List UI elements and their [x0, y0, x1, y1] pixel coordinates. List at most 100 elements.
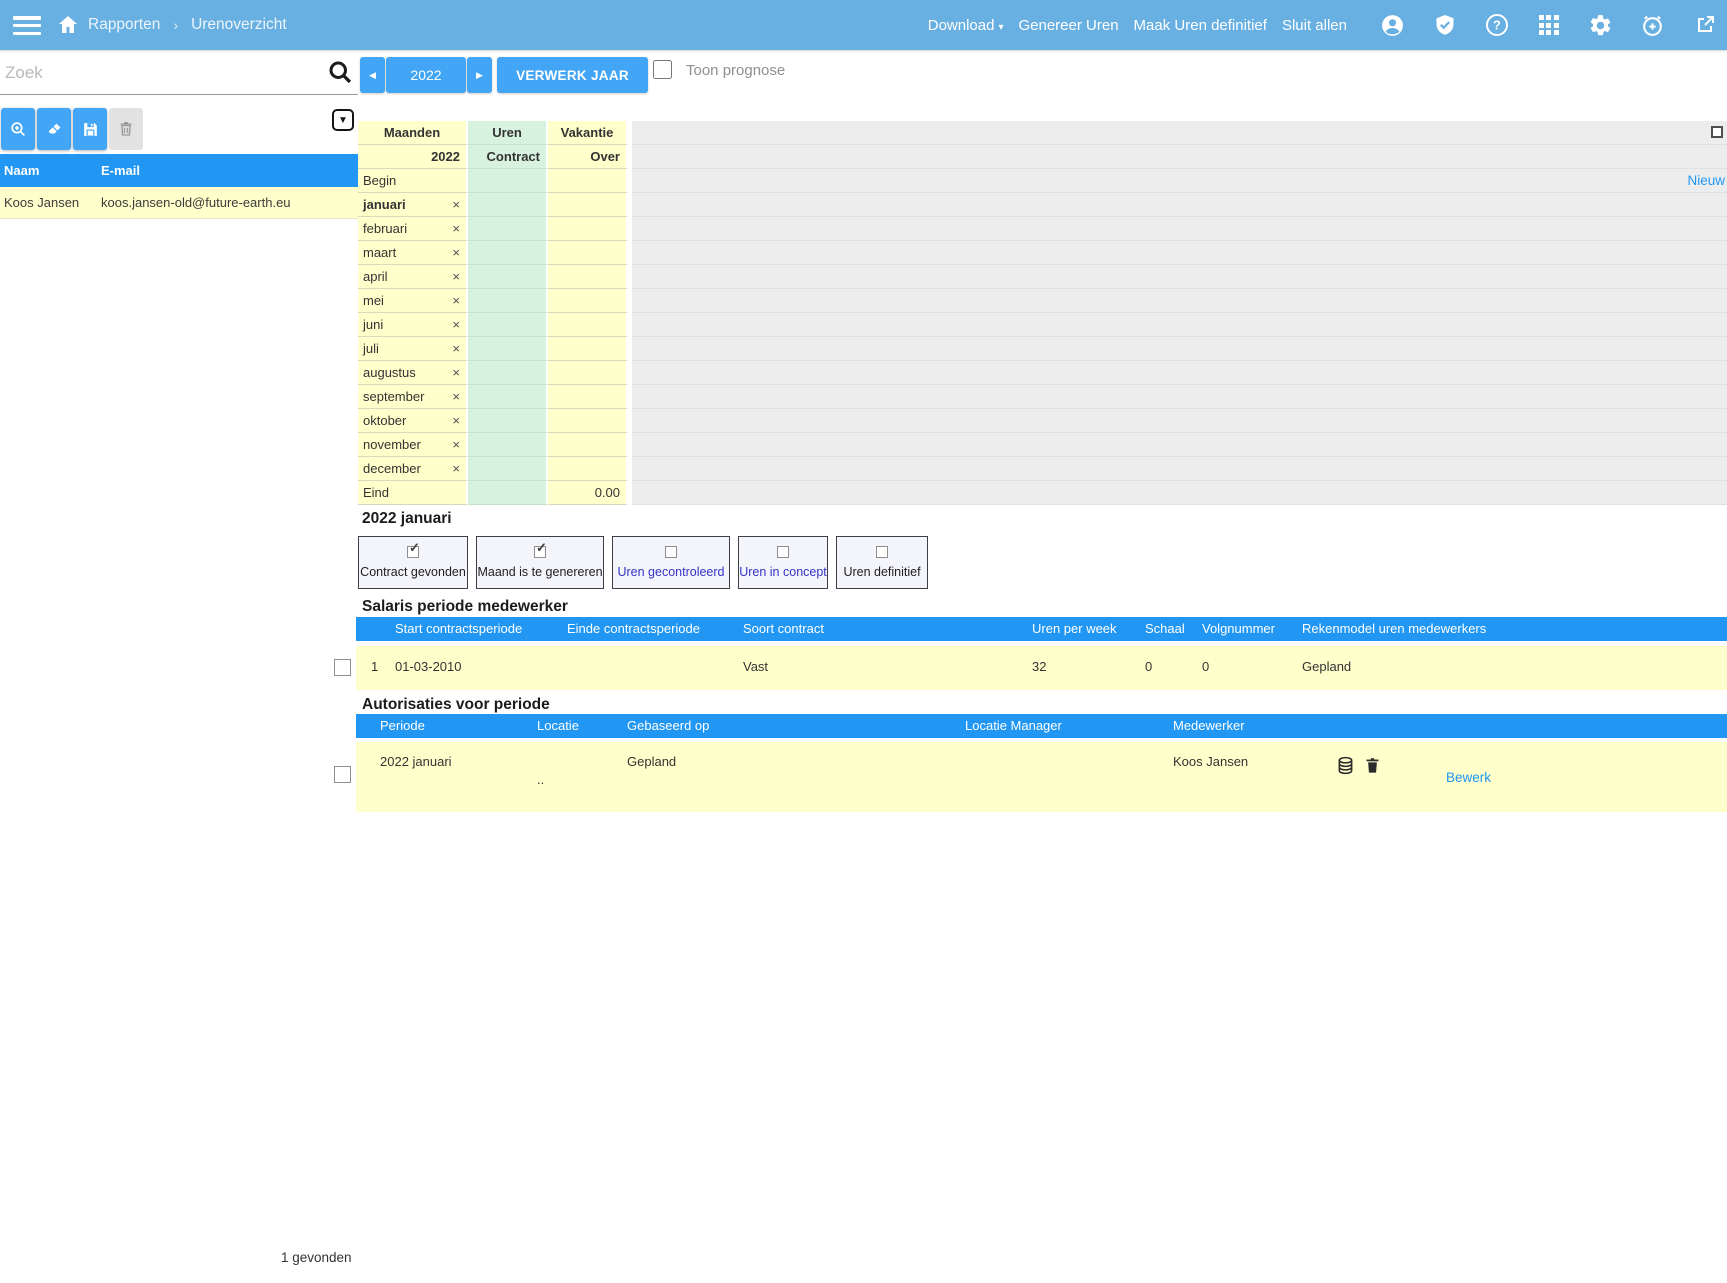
- next-year-button[interactable]: ▶: [467, 57, 492, 93]
- month-uren-cell[interactable]: [468, 361, 548, 385]
- remove-month-icon[interactable]: ×: [452, 413, 466, 428]
- remove-month-icon[interactable]: ×: [452, 293, 466, 308]
- month-vakantie-cell[interactable]: [548, 289, 628, 313]
- month-row[interactable]: februari×: [358, 217, 1727, 241]
- employee-name: Koos Jansen: [4, 187, 79, 219]
- month-uren-cell[interactable]: [468, 265, 548, 289]
- year-navigation: ◀ 2022 ▶: [360, 57, 492, 93]
- year-display[interactable]: 2022: [386, 57, 466, 93]
- remove-month-icon[interactable]: ×: [452, 221, 466, 236]
- status-card: Contract gevonden: [358, 536, 468, 589]
- salaris-row[interactable]: 1 01-03-2010 Vast 32 0 0 Gepland: [356, 646, 1727, 690]
- status-card-label[interactable]: Uren gecontroleerd: [617, 565, 724, 579]
- month-vakantie-cell[interactable]: [548, 361, 628, 385]
- delete-icon[interactable]: [1363, 754, 1385, 778]
- month-row[interactable]: oktober×: [358, 409, 1727, 433]
- month-row[interactable]: mei×: [358, 289, 1727, 313]
- autorisatie-row[interactable]: 2022 januari .. Gepland Koos Jansen Bewe…: [356, 742, 1727, 812]
- delete-icon[interactable]: [109, 108, 143, 150]
- autorisatie-row-checkbox[interactable]: [334, 766, 351, 783]
- search-icon[interactable]: [326, 58, 354, 86]
- employee-row[interactable]: Koos Jansen koos.jansen-old@future-earth…: [0, 187, 358, 219]
- month-vakantie-cell[interactable]: [548, 217, 628, 241]
- month-vakantie-cell[interactable]: [548, 241, 628, 265]
- salaris-row-checkbox[interactable]: [334, 659, 351, 676]
- search-input[interactable]: [0, 52, 358, 95]
- month-uren-cell[interactable]: [468, 337, 548, 361]
- remove-month-icon[interactable]: ×: [452, 197, 466, 212]
- month-row[interactable]: april×: [358, 265, 1727, 289]
- select-all-checkbox[interactable]: [1711, 126, 1723, 138]
- previous-year-button[interactable]: ◀: [360, 57, 385, 93]
- open-in-new-icon[interactable]: [1692, 13, 1717, 38]
- list-options-dropdown[interactable]: ▼: [332, 109, 354, 131]
- month-row[interactable]: juli×: [358, 337, 1727, 361]
- month-row[interactable]: december×: [358, 457, 1727, 481]
- remove-month-icon[interactable]: ×: [452, 389, 466, 404]
- month-vakantie-cell[interactable]: [548, 385, 628, 409]
- remove-month-icon[interactable]: ×: [452, 269, 466, 284]
- help-icon[interactable]: ?: [1484, 13, 1509, 38]
- database-icon[interactable]: [1335, 754, 1357, 778]
- remove-month-icon[interactable]: ×: [452, 341, 466, 356]
- remove-month-icon[interactable]: ×: [452, 317, 466, 332]
- month-vakantie-cell[interactable]: [548, 409, 628, 433]
- verwerk-jaar-button[interactable]: VERWERK JAAR: [497, 57, 648, 93]
- timer-add-icon[interactable]: [1640, 13, 1665, 38]
- remove-month-icon[interactable]: ×: [452, 365, 466, 380]
- apps-grid-icon[interactable]: [1536, 13, 1561, 38]
- genereer-uren-button[interactable]: Genereer Uren: [1018, 17, 1118, 34]
- employee-table-header: Naam E-mail: [0, 154, 358, 187]
- begin-label: Begin: [358, 169, 468, 193]
- month-row[interactable]: maart×: [358, 241, 1727, 265]
- autorisaties-section-title: Autorisaties voor periode: [362, 696, 550, 714]
- month-vakantie-cell[interactable]: [548, 457, 628, 481]
- breadcrumb-section[interactable]: Rapporten: [88, 16, 160, 34]
- month-row[interactable]: januari×: [358, 193, 1727, 217]
- nieuw-link[interactable]: Nieuw: [1687, 173, 1725, 188]
- zoom-in-icon[interactable]: [1, 108, 35, 150]
- month-vakantie-cell[interactable]: [548, 265, 628, 289]
- month-row[interactable]: juni×: [358, 313, 1727, 337]
- home-icon[interactable]: [56, 13, 80, 37]
- month-uren-cell[interactable]: [468, 217, 548, 241]
- shield-check-icon[interactable]: [1432, 13, 1457, 38]
- settings-icon[interactable]: [1588, 13, 1613, 38]
- month-uren-cell[interactable]: [468, 457, 548, 481]
- eraser-icon[interactable]: [37, 108, 71, 150]
- unchecked-checkbox-icon[interactable]: [876, 546, 888, 558]
- unchecked-checkbox-icon[interactable]: [777, 546, 789, 558]
- month-uren-cell[interactable]: [468, 433, 548, 457]
- month-uren-cell[interactable]: [468, 409, 548, 433]
- month-vakantie-cell[interactable]: [548, 313, 628, 337]
- salaris-uren-per-week-value: 32: [1032, 659, 1046, 674]
- remove-month-icon[interactable]: ×: [452, 461, 466, 476]
- status-card-label[interactable]: Uren in concept: [739, 565, 827, 579]
- checked-checkbox-icon[interactable]: [407, 546, 419, 558]
- month-uren-cell[interactable]: [468, 385, 548, 409]
- unchecked-checkbox-icon[interactable]: [665, 546, 677, 558]
- month-vakantie-cell[interactable]: [548, 433, 628, 457]
- maak-uren-definitief-button[interactable]: Maak Uren definitief: [1134, 17, 1267, 34]
- account-icon[interactable]: [1380, 13, 1405, 38]
- month-uren-cell[interactable]: [468, 313, 548, 337]
- sluit-allen-button[interactable]: Sluit allen: [1282, 17, 1347, 34]
- menu-icon[interactable]: [13, 16, 41, 35]
- download-menu[interactable]: Download▾: [928, 17, 1004, 34]
- month-uren-cell[interactable]: [468, 289, 548, 313]
- month-row[interactable]: september×: [358, 385, 1727, 409]
- month-uren-cell[interactable]: [468, 241, 548, 265]
- remove-month-icon[interactable]: ×: [452, 245, 466, 260]
- save-icon[interactable]: [73, 108, 107, 150]
- month-vakantie-cell[interactable]: [548, 193, 628, 217]
- month-row[interactable]: november×: [358, 433, 1727, 457]
- status-card: Maand is te genereren: [476, 536, 604, 589]
- remove-month-icon[interactable]: ×: [452, 437, 466, 452]
- toon-prognose-checkbox[interactable]: [653, 60, 672, 79]
- month-uren-cell[interactable]: [468, 193, 548, 217]
- toon-prognose-label[interactable]: Toon prognose: [686, 62, 785, 79]
- checked-checkbox-icon[interactable]: [534, 546, 546, 558]
- month-vakantie-cell[interactable]: [548, 337, 628, 361]
- month-row[interactable]: augustus×: [358, 361, 1727, 385]
- bewerk-link[interactable]: Bewerk: [1446, 770, 1491, 785]
